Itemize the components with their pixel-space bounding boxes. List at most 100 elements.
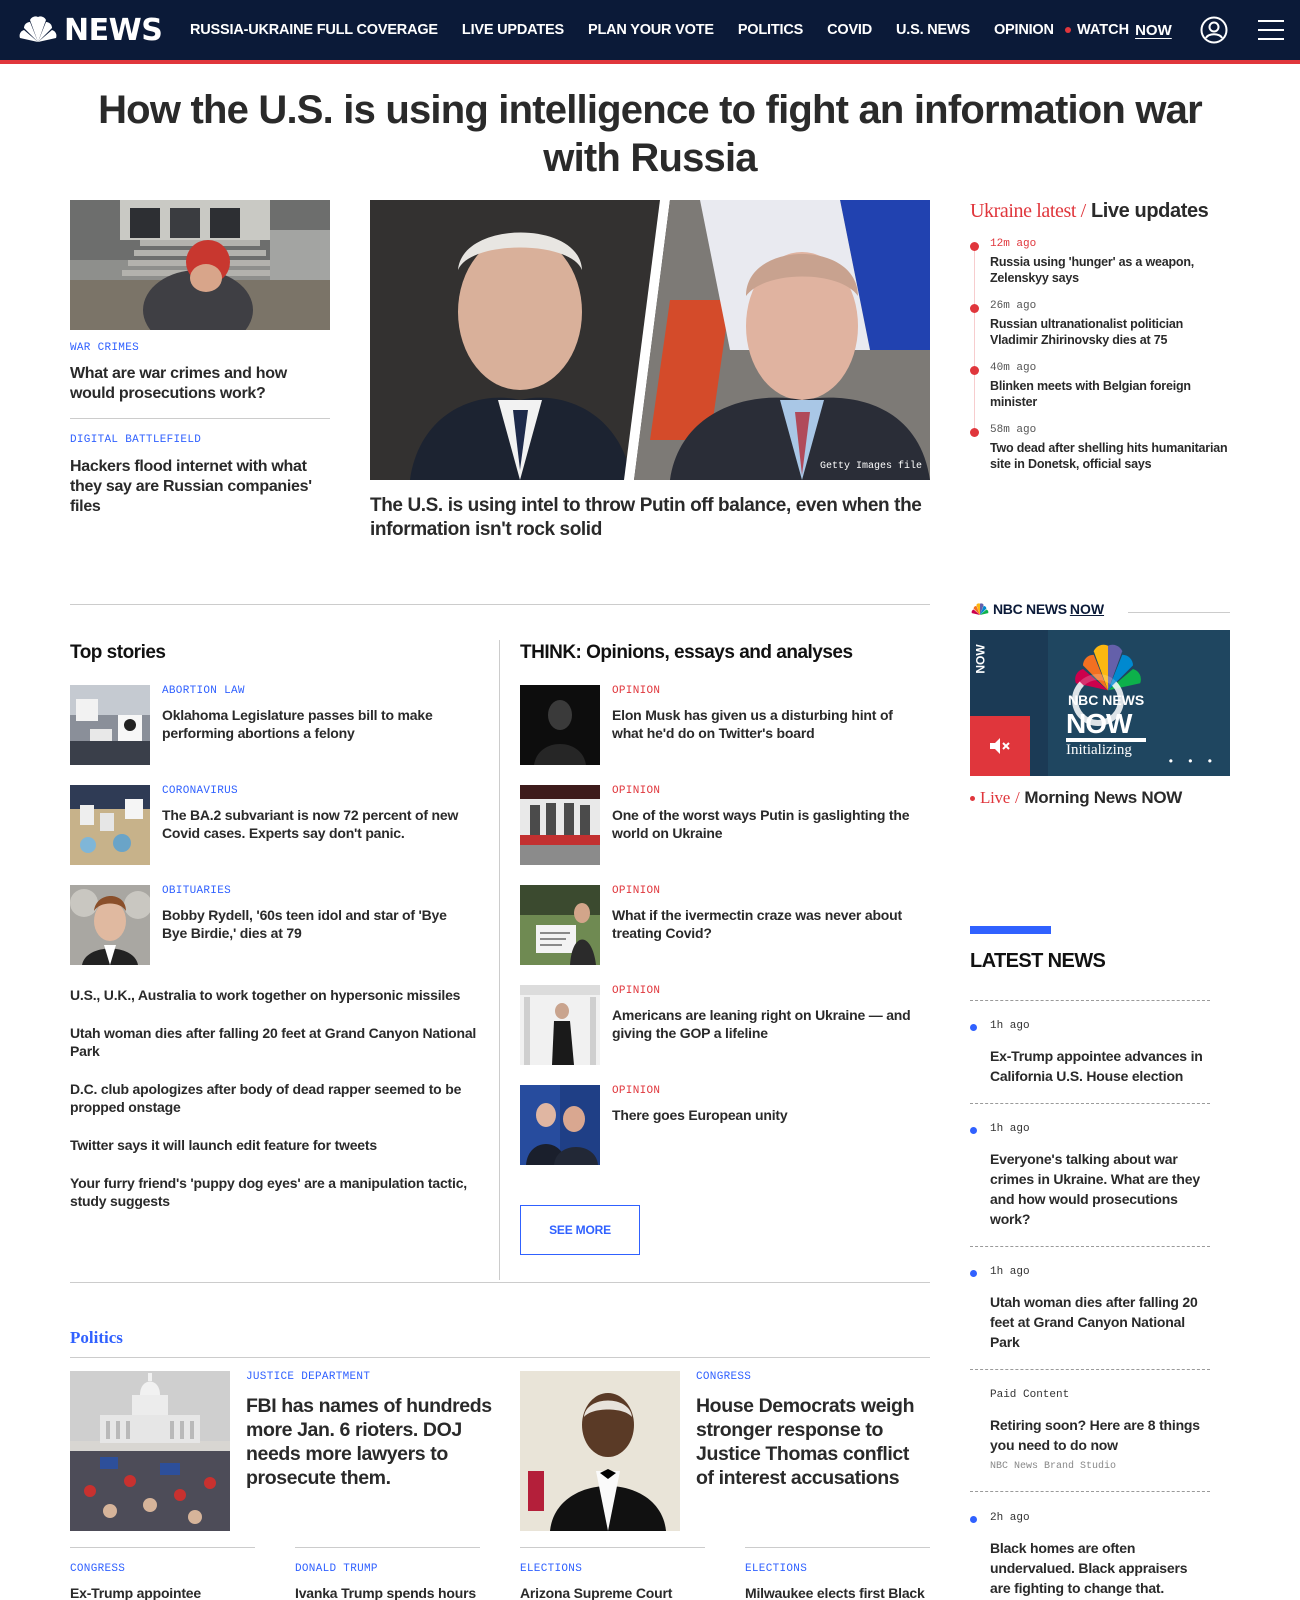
live-updates-label: Live updates bbox=[1090, 200, 1209, 222]
live-update-item[interactable]: 12m ago Russia using 'hunger' as a weapo… bbox=[970, 238, 1232, 288]
see-more-button[interactable]: SEE MORE bbox=[520, 1205, 640, 1255]
live-update-text[interactable]: Russia using 'hunger' as a weapon, Zelen… bbox=[990, 254, 1232, 286]
story-kicker[interactable]: OBITUARIES bbox=[162, 885, 231, 897]
opinion-kicker[interactable]: OPINION bbox=[612, 785, 660, 797]
nbc-news-now-brand: NBC NEWS bbox=[993, 601, 1067, 617]
photo-credit: Getty Images file bbox=[819, 461, 922, 472]
latest-news-title[interactable]: Utah woman dies after falling 20 feet at… bbox=[990, 1292, 1210, 1352]
nbc-news-now-heading[interactable]: NBC NEWS NOW bbox=[970, 601, 1104, 617]
live-label: Live bbox=[980, 788, 1010, 807]
top-story-link[interactable]: Twitter says it will launch edit feature… bbox=[70, 1136, 480, 1154]
opinion-thumbnail[interactable] bbox=[520, 1085, 600, 1165]
sponsored-item[interactable]: Paid Content Retiring soon? Here are 8 t… bbox=[970, 1389, 1210, 1479]
live-update-item[interactable]: 40m ago Blinken meets with Belgian forei… bbox=[970, 362, 1232, 412]
mute-button[interactable] bbox=[970, 716, 1030, 776]
hero-photo-biden-putin[interactable]: Getty Images file bbox=[370, 200, 930, 480]
latest-news-title[interactable]: Ex-Trump appointee advances in Californi… bbox=[990, 1046, 1210, 1086]
live-show-title[interactable]: Morning News NOW bbox=[1024, 788, 1182, 808]
story-kicker[interactable]: DIGITAL BATTLEFIELD bbox=[70, 434, 201, 446]
politics-small-title[interactable]: Arizona Supreme Court bbox=[520, 1584, 672, 1600]
latest-news-item[interactable]: 1h ago Ex-Trump appointee advances in Ca… bbox=[970, 1020, 1210, 1090]
nav-item-covid[interactable]: COVID bbox=[827, 22, 872, 38]
opinion-kicker[interactable]: OPINION bbox=[612, 985, 660, 997]
top-story-link[interactable]: D.C. club apologizes after body of dead … bbox=[70, 1080, 470, 1116]
latest-news-title[interactable]: Black homes are often undervalued. Black… bbox=[990, 1538, 1210, 1598]
politics-story-title[interactable]: FBI has names of hundreds more Jan. 6 ri… bbox=[246, 1394, 496, 1490]
top-story-link[interactable]: U.S., U.K., Australia to work together o… bbox=[70, 986, 480, 1004]
page-headline[interactable]: How the U.S. is using intelligence to fi… bbox=[60, 86, 1240, 182]
story-kicker[interactable]: JUSTICE DEPARTMENT bbox=[246, 1371, 370, 1383]
story-thumbnail[interactable] bbox=[70, 685, 150, 765]
latest-news-item[interactable]: 2h ago Black homes are often undervalued… bbox=[970, 1512, 1210, 1598]
opinion-title[interactable]: Americans are leaning right on Ukraine —… bbox=[612, 1006, 922, 1042]
opinion-thumbnail[interactable] bbox=[520, 985, 600, 1065]
story-title[interactable]: Bobby Rydell, '60s teen idol and star of… bbox=[162, 906, 472, 942]
hamburger-menu-icon[interactable] bbox=[1258, 18, 1284, 42]
top-story-link[interactable]: Utah woman dies after falling 20 feet at… bbox=[70, 1024, 480, 1060]
politics-photo-thomas[interactable] bbox=[520, 1371, 680, 1531]
opinion-title[interactable]: There goes European unity bbox=[612, 1106, 922, 1124]
story-title[interactable]: Oklahoma Legislature passes bill to make… bbox=[162, 706, 472, 742]
opinion-title[interactable]: One of the worst ways Putin is gaslighti… bbox=[612, 806, 922, 842]
opinion-thumbnail[interactable] bbox=[520, 685, 600, 765]
story-kicker[interactable]: ELECTIONS bbox=[520, 1563, 582, 1575]
politics-small-title[interactable]: Milwaukee elects first Black bbox=[745, 1584, 925, 1600]
opinion-title[interactable]: Elon Musk has given us a disturbing hint… bbox=[612, 706, 922, 742]
nbc-news-logo[interactable]: NEWS bbox=[16, 13, 163, 48]
sponsored-title[interactable]: Retiring soon? Here are 8 things you nee… bbox=[990, 1415, 1210, 1455]
politics-story-title[interactable]: House Democrats weigh stronger response … bbox=[696, 1394, 926, 1490]
nav-item-politics[interactable]: POLITICS bbox=[738, 22, 803, 38]
story-title[interactable]: What are war crimes and how would prosec… bbox=[70, 364, 330, 404]
nav-item-live-updates[interactable]: LIVE UPDATES bbox=[462, 22, 564, 38]
latest-news-title[interactable]: Everyone's talking about war crimes in U… bbox=[990, 1149, 1210, 1229]
ukraine-latest-label: Ukraine latest / bbox=[970, 200, 1086, 222]
politics-section-heading[interactable]: Politics bbox=[70, 1328, 123, 1348]
live-dot-icon bbox=[1065, 27, 1071, 33]
story-title[interactable]: The BA.2 subvariant is now 72 percent of… bbox=[162, 806, 472, 842]
live-update-text[interactable]: Blinken meets with Belgian foreign minis… bbox=[990, 378, 1232, 410]
live-update-item[interactable]: 58m ago Two dead after shelling hits hum… bbox=[970, 424, 1232, 474]
war-crimes-photo[interactable] bbox=[70, 200, 330, 330]
live-update-text[interactable]: Two dead after shelling hits humanitaria… bbox=[990, 440, 1232, 472]
top-story-link[interactable]: Your furry friend's 'puppy dog eyes' are… bbox=[70, 1174, 480, 1210]
story-kicker[interactable]: CONGRESS bbox=[696, 1371, 751, 1383]
opinion-thumbnail[interactable] bbox=[520, 885, 600, 965]
latest-news-item[interactable]: 1h ago Utah woman dies after falling 20 … bbox=[970, 1266, 1210, 1356]
politics-photo-capitol[interactable] bbox=[70, 1371, 230, 1531]
navbar-red-stripe bbox=[0, 60, 1300, 64]
nav-item-opinion[interactable]: OPINION bbox=[994, 22, 1054, 38]
story-kicker[interactable]: ELECTIONS bbox=[745, 1563, 807, 1575]
story-kicker[interactable]: DONALD TRUMP bbox=[295, 1563, 378, 1575]
story-title[interactable]: Hackers flood internet with what they sa… bbox=[70, 457, 332, 517]
ukraine-live-heading[interactable]: Ukraine latest / Live updates bbox=[970, 200, 1209, 223]
story-kicker[interactable]: CONGRESS bbox=[70, 1563, 125, 1575]
nav-item-us-news[interactable]: U.S. NEWS bbox=[896, 22, 970, 38]
divider bbox=[70, 418, 330, 419]
opinion-kicker[interactable]: OPINION bbox=[612, 1085, 660, 1097]
opinion-kicker[interactable]: OPINION bbox=[612, 685, 660, 697]
video-vertical-label: NOW bbox=[973, 644, 988, 674]
nav-item-plan-your-vote[interactable]: PLAN YOUR VOTE bbox=[588, 22, 714, 38]
story-thumbnail[interactable] bbox=[70, 885, 150, 965]
latest-news-item[interactable]: 1h ago Everyone's talking about war crim… bbox=[970, 1123, 1210, 1233]
watch-label: WATCH bbox=[1077, 22, 1130, 38]
video-dots-icon: • • • bbox=[1168, 754, 1218, 768]
story-thumbnail[interactable] bbox=[70, 785, 150, 865]
hero-story-title[interactable]: The U.S. is using intel to throw Putin o… bbox=[370, 494, 930, 542]
story-kicker[interactable]: WAR CRIMES bbox=[70, 342, 139, 354]
live-update-text[interactable]: Russian ultranationalist politician Vlad… bbox=[990, 316, 1232, 348]
bullet-dot-icon bbox=[970, 1024, 977, 1031]
live-update-item[interactable]: 26m ago Russian ultranationalist politic… bbox=[970, 300, 1232, 350]
watch-now-link[interactable]: WATCH NOW bbox=[1065, 0, 1172, 60]
politics-small-title[interactable]: Ivanka Trump spends hours bbox=[295, 1584, 476, 1600]
politics-small-title[interactable]: Ex-Trump appointee bbox=[70, 1584, 201, 1600]
story-kicker[interactable]: ABORTION LAW bbox=[162, 685, 245, 697]
story-kicker[interactable]: CORONAVIRUS bbox=[162, 785, 238, 797]
opinion-thumbnail[interactable] bbox=[520, 785, 600, 865]
nav-item-ukraine[interactable]: RUSSIA-UKRAINE FULL COVERAGE bbox=[190, 22, 438, 38]
user-icon[interactable] bbox=[1200, 16, 1228, 44]
opinion-kicker[interactable]: OPINION bbox=[612, 885, 660, 897]
nbc-news-now-video-player[interactable]: NOW NBC NEWS NOW Initializing • • • bbox=[970, 630, 1230, 776]
live-now-show[interactable]: Live / Morning News NOW bbox=[970, 788, 1182, 808]
opinion-title[interactable]: What if the ivermectin craze was never a… bbox=[612, 906, 922, 942]
